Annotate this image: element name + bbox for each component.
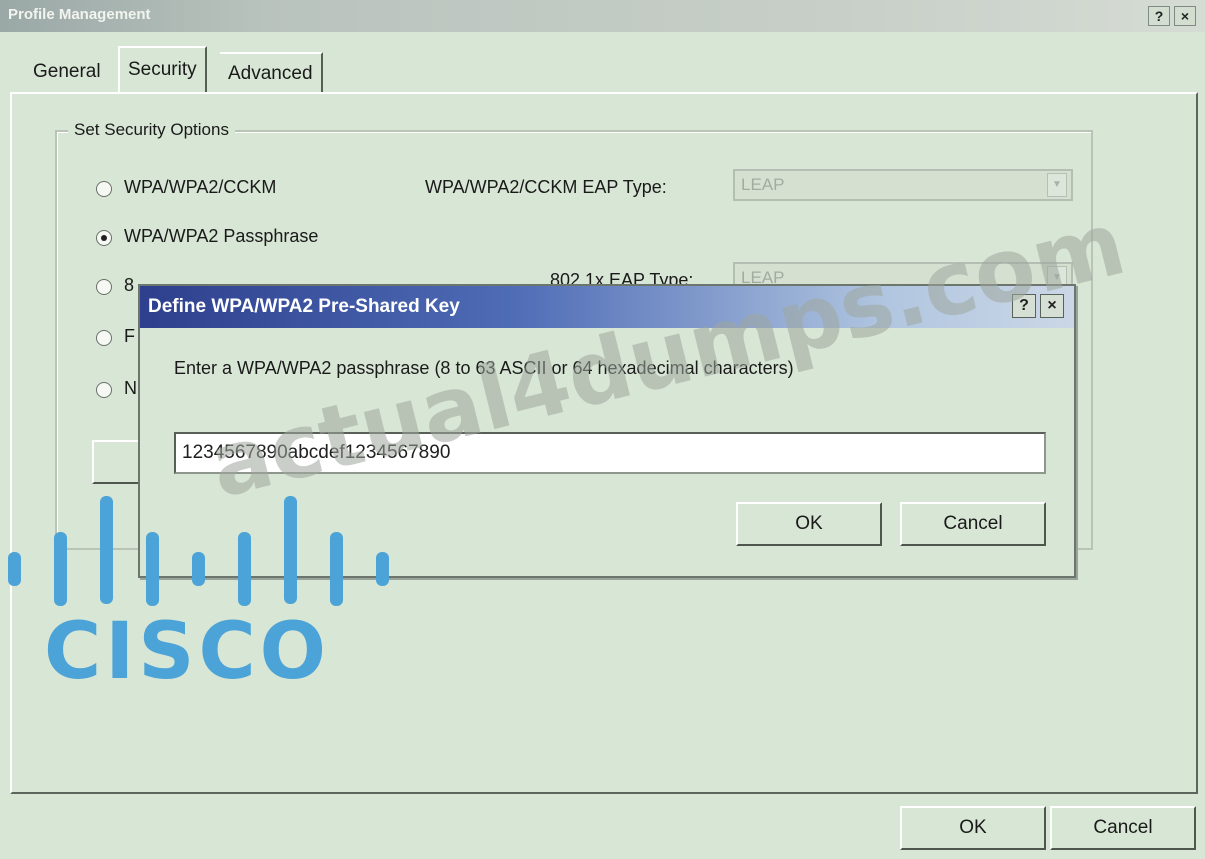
psk-dialog-title: Define WPA/WPA2 Pre-Shared Key: [148, 296, 460, 317]
radio-wpa-passphrase[interactable]: [96, 230, 112, 246]
tab-advanced[interactable]: Advanced: [220, 52, 323, 92]
radio-wpa-cckm[interactable]: [96, 181, 112, 197]
radio-option-f-label: F: [124, 326, 135, 346]
dialog-cancel-button[interactable]: Cancel: [900, 502, 1046, 546]
cisco-logo: CISCO: [8, 496, 389, 697]
eap-type-value: LEAP: [741, 175, 785, 194]
eap-type-label: WPA/WPA2/CCKM EAP Type:: [425, 177, 667, 197]
radio-option-n[interactable]: [96, 382, 112, 398]
cisco-logo-bars: [8, 496, 389, 606]
radio-8021x[interactable]: [96, 279, 112, 295]
tab-security[interactable]: Security: [118, 46, 207, 92]
ok-button[interactable]: OK: [900, 806, 1046, 850]
radio-option-f[interactable]: [96, 330, 112, 346]
radio-wpa-passphrase-label: WPA/WPA2 Passphrase: [124, 226, 319, 246]
radio-option-n-label: N: [124, 378, 137, 398]
help-button[interactable]: ?: [1148, 6, 1170, 26]
cisco-logo-text: CISCO: [44, 607, 330, 697]
eap-type-select[interactable]: LEAP ▼: [733, 169, 1073, 201]
cancel-button[interactable]: Cancel: [1050, 806, 1196, 850]
tab-general[interactable]: General: [25, 52, 109, 92]
radio-8021x-label: 8: [124, 275, 135, 295]
radio-wpa-cckm-label: WPA/WPA2/CCKM: [124, 177, 277, 197]
group-label: Set Security Options: [68, 120, 235, 140]
dialog-ok-button[interactable]: OK: [736, 502, 882, 546]
window-titlebar[interactable]: Profile Management ? ×: [0, 0, 1205, 32]
window-title: Profile Management: [8, 6, 151, 23]
chevron-down-icon[interactable]: ▼: [1047, 173, 1067, 197]
close-button[interactable]: ×: [1174, 6, 1196, 26]
